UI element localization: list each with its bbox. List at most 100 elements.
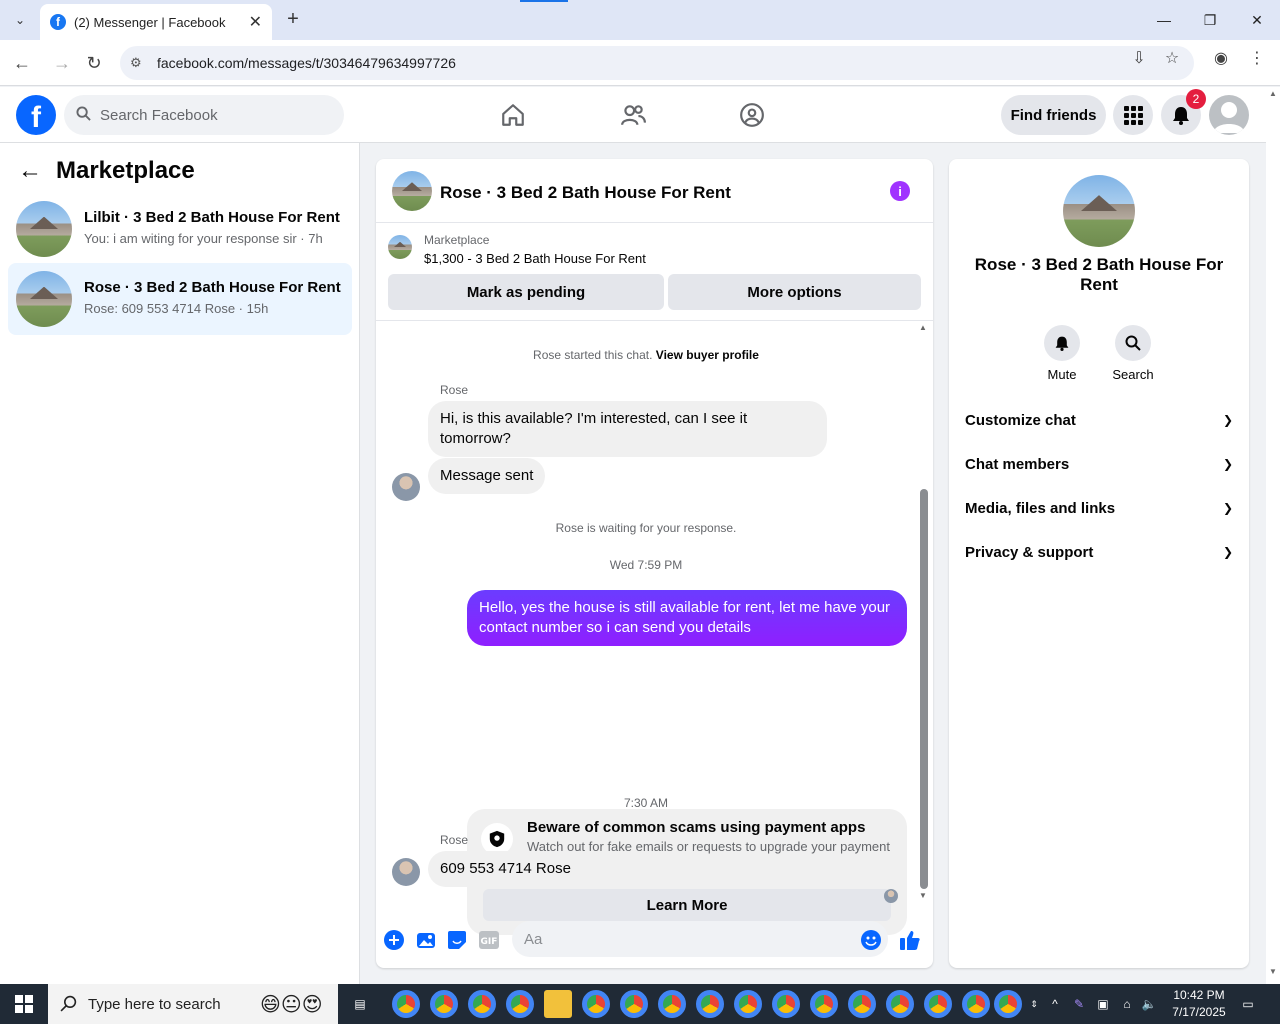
view-buyer-profile-link[interactable]: View buyer profile xyxy=(656,348,759,362)
account-avatar[interactable] xyxy=(1209,95,1249,135)
scroll-up-icon[interactable]: ▲ xyxy=(919,323,927,332)
search-in-chat-button[interactable]: Search xyxy=(1103,325,1163,382)
taskbar-scroll-icon[interactable]: ⇕ xyxy=(1024,984,1044,1024)
new-tab-button[interactable]: + xyxy=(282,8,304,30)
friends-icon[interactable] xyxy=(617,99,649,131)
scroll-thumb[interactable] xyxy=(920,489,928,889)
search-label: Search xyxy=(1112,367,1154,382)
chrome-app-icon[interactable] xyxy=(620,990,648,1018)
chrome-app-icon[interactable] xyxy=(392,990,420,1018)
site-info-icon[interactable]: ⚙ xyxy=(130,55,146,71)
incoming-message[interactable]: Hi, is this available? I'm interested, c… xyxy=(428,401,827,457)
network-icon[interactable]: ⌂ xyxy=(1116,984,1138,1024)
file-explorer-icon[interactable] xyxy=(544,990,572,1018)
emoji-icon[interactable] xyxy=(860,929,882,951)
facebook-search-input[interactable]: Search Facebook xyxy=(64,95,344,135)
chrome-app-icon[interactable] xyxy=(886,990,914,1018)
groups-icon[interactable] xyxy=(736,99,768,131)
mark-pending-button[interactable]: Mark as pending xyxy=(388,274,664,310)
chrome-app-icon[interactable] xyxy=(582,990,610,1018)
volume-icon[interactable]: 🔈 xyxy=(1138,984,1160,1024)
profile-icon[interactable]: ◉ xyxy=(1212,49,1230,67)
tab-list-icon[interactable]: ⌄ xyxy=(8,8,32,32)
mute-label: Mute xyxy=(1047,367,1077,382)
browser-toolbar: ← → ↻ ⚙ facebook.com/messages/t/30346479… xyxy=(0,40,1280,86)
outgoing-message[interactable]: Hello, yes the house is still available … xyxy=(467,590,907,646)
chrome-app-icon[interactable] xyxy=(430,990,458,1018)
chat-started-text: Rose started this chat. xyxy=(533,348,653,362)
section-media-files-links[interactable]: Media, files and links ❯ xyxy=(965,496,1233,520)
chrome-app-icon[interactable] xyxy=(696,990,724,1018)
section-label: Privacy & support xyxy=(965,543,1094,561)
restore-icon[interactable]: ❐ xyxy=(1187,0,1233,40)
tab-close-icon[interactable]: ✕ xyxy=(249,12,262,32)
page-scrollbar[interactable]: ▲ ▼ xyxy=(1266,87,1280,984)
scroll-down-icon[interactable]: ▼ xyxy=(1269,967,1277,976)
address-bar[interactable]: ⚙ facebook.com/messages/t/30346479634997… xyxy=(120,46,1194,80)
taskbar-clock[interactable]: 10:42 PM 7/17/2025 xyxy=(1164,987,1234,1021)
bookmark-star-icon[interactable]: ☆ xyxy=(1163,49,1181,67)
pen-icon[interactable]: ✎ xyxy=(1068,984,1090,1024)
incoming-message[interactable]: 609 553 4714 Rose xyxy=(428,851,583,887)
listing-thumbnail xyxy=(16,201,72,257)
scroll-down-icon[interactable]: ▼ xyxy=(919,891,927,900)
chevron-down-icon: ❯ xyxy=(1222,545,1233,559)
chat-profile-name: Rose · 3 Bed 2 Bath House For Rent xyxy=(974,255,1224,294)
section-chat-members[interactable]: Chat members ❯ xyxy=(965,452,1233,476)
waiting-notice: Rose is waiting for your response. xyxy=(555,521,737,535)
browser-tab[interactable]: f (2) Messenger | Facebook ✕ xyxy=(40,4,272,40)
forward-icon[interactable]: → xyxy=(50,51,74,75)
seen-avatar xyxy=(884,889,898,903)
tab-title: (2) Messenger | Facebook xyxy=(74,14,226,30)
task-view-icon[interactable]: ▤ xyxy=(346,984,374,1024)
install-app-icon[interactable]: ⇩ xyxy=(1130,49,1148,67)
reload-icon[interactable]: ↻ xyxy=(82,51,106,75)
info-icon[interactable]: i xyxy=(890,181,910,201)
minimize-icon[interactable]: — xyxy=(1141,0,1187,40)
more-options-button[interactable]: More options xyxy=(668,274,921,310)
listing-title[interactable]: $1,300 - 3 Bed 2 Bath House For Rent xyxy=(424,251,646,266)
section-customize-chat[interactable]: Customize chat ❯ xyxy=(965,408,1233,432)
chat-avatar[interactable] xyxy=(392,171,432,211)
thread-scrollbar[interactable]: ▲ ▼ xyxy=(917,321,929,901)
mute-button[interactable]: Mute xyxy=(1032,325,1092,382)
facebook-logo-icon[interactable]: f xyxy=(16,95,56,135)
window-close-icon[interactable]: ✕ xyxy=(1234,0,1280,40)
chrome-app-icon[interactable] xyxy=(658,990,686,1018)
chrome-app-icon-active[interactable] xyxy=(994,990,1022,1018)
photo-icon[interactable] xyxy=(415,929,437,951)
find-friends-button[interactable]: Find friends xyxy=(1001,95,1106,135)
action-center-icon[interactable]: ▭ xyxy=(1236,984,1260,1024)
device-icon[interactable]: ▣ xyxy=(1092,984,1114,1024)
scroll-up-icon[interactable]: ▲ xyxy=(1269,89,1277,98)
like-thumb-icon[interactable] xyxy=(899,929,921,951)
browser-menu-icon[interactable]: ⋮ xyxy=(1248,49,1266,67)
gif-icon[interactable]: GIF xyxy=(478,929,500,951)
scam-warning-title: Beware of common scams using payment app… xyxy=(527,819,866,836)
incoming-message[interactable]: Message sent xyxy=(428,458,546,494)
section-privacy-support[interactable]: Privacy & support ❯ xyxy=(965,540,1233,564)
chat-profile-image[interactable] xyxy=(1063,175,1135,247)
conversation-item-rose[interactable]: Rose · 3 Bed 2 Bath House For Rent Rose:… xyxy=(8,263,352,335)
show-hidden-icons-icon[interactable]: ^ xyxy=(1046,984,1064,1024)
chrome-app-icon[interactable] xyxy=(506,990,534,1018)
menu-grid-icon[interactable] xyxy=(1113,95,1153,135)
chrome-app-icon[interactable] xyxy=(962,990,990,1018)
chat-title[interactable]: Rose · 3 Bed 2 Bath House For Rent xyxy=(440,183,731,203)
chrome-app-icon[interactable] xyxy=(734,990,762,1018)
sticker-icon[interactable] xyxy=(446,929,468,951)
back-icon[interactable]: ← xyxy=(10,51,34,75)
taskbar-search-input[interactable]: Type here to search 😄😐😍 xyxy=(48,984,338,1024)
chrome-app-icon[interactable] xyxy=(468,990,496,1018)
chrome-app-icon[interactable] xyxy=(924,990,952,1018)
message-input[interactable]: Aa xyxy=(512,921,888,957)
chrome-app-icon[interactable] xyxy=(810,990,838,1018)
chrome-app-icon[interactable] xyxy=(772,990,800,1018)
conversation-item-lilbit[interactable]: Lilbit · 3 Bed 2 Bath House For Rent You… xyxy=(8,193,352,265)
home-icon[interactable] xyxy=(497,99,529,131)
plus-icon[interactable] xyxy=(383,929,405,951)
windows-start-icon[interactable] xyxy=(0,984,48,1024)
back-arrow-icon[interactable]: ← xyxy=(18,157,42,185)
facebook-favicon-icon: f xyxy=(50,14,66,30)
chrome-app-icon[interactable] xyxy=(848,990,876,1018)
